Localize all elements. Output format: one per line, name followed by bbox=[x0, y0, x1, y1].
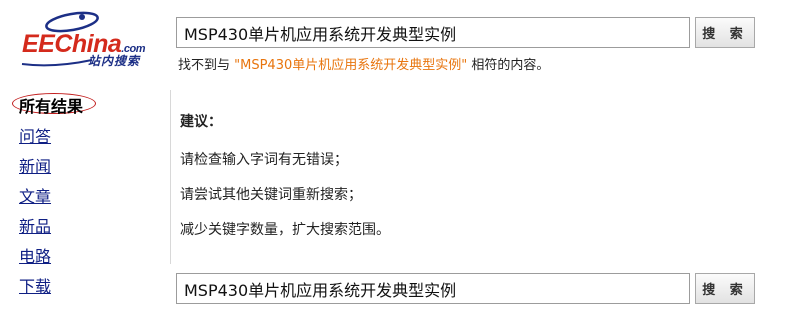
eechina-logo[interactable]: EEChina.com 站内搜索 bbox=[14, 8, 164, 70]
sidebar-item-downloads[interactable]: 下载 bbox=[19, 273, 51, 297]
sidebar-item-circuits[interactable]: 电路 bbox=[19, 243, 51, 267]
not-found-suffix: 相符的内容。 bbox=[467, 58, 550, 73]
advice-item: 请检查输入字词有无错误； bbox=[180, 152, 348, 168]
sidebar-item-articles[interactable]: 文章 bbox=[19, 183, 51, 207]
sidebar-item-qa[interactable]: 问答 bbox=[19, 123, 51, 147]
not-found-prefix: 找不到与 bbox=[178, 58, 235, 73]
search-button-top[interactable]: 搜 索 bbox=[695, 17, 755, 48]
search-input-bottom[interactable] bbox=[176, 273, 690, 304]
sidebar: 所有结果 问答 新闻 文章 新品 电路 下载 bbox=[10, 90, 171, 296]
advice-item: 请尝试其他关键词重新搜索； bbox=[180, 187, 362, 203]
sidebar-item-news[interactable]: 新闻 bbox=[19, 153, 51, 177]
search-input-top[interactable] bbox=[176, 17, 690, 48]
sidebar-item-new-products[interactable]: 新品 bbox=[19, 213, 51, 237]
advice-item: 减少关键字数量，扩大搜索范围。 bbox=[180, 222, 390, 238]
sidebar-item-all-results[interactable]: 所有结果 bbox=[19, 93, 83, 117]
advice-title: 建议： bbox=[180, 114, 222, 130]
logo-subtitle: 站内搜索 bbox=[88, 54, 141, 68]
not-found-query: "MSP430单片机应用系统开发典型实例" bbox=[234, 58, 468, 73]
search-button-bottom[interactable]: 搜 索 bbox=[695, 273, 755, 304]
not-found-message: 找不到与 "MSP430单片机应用系统开发典型实例" 相符的内容。 bbox=[178, 54, 549, 73]
